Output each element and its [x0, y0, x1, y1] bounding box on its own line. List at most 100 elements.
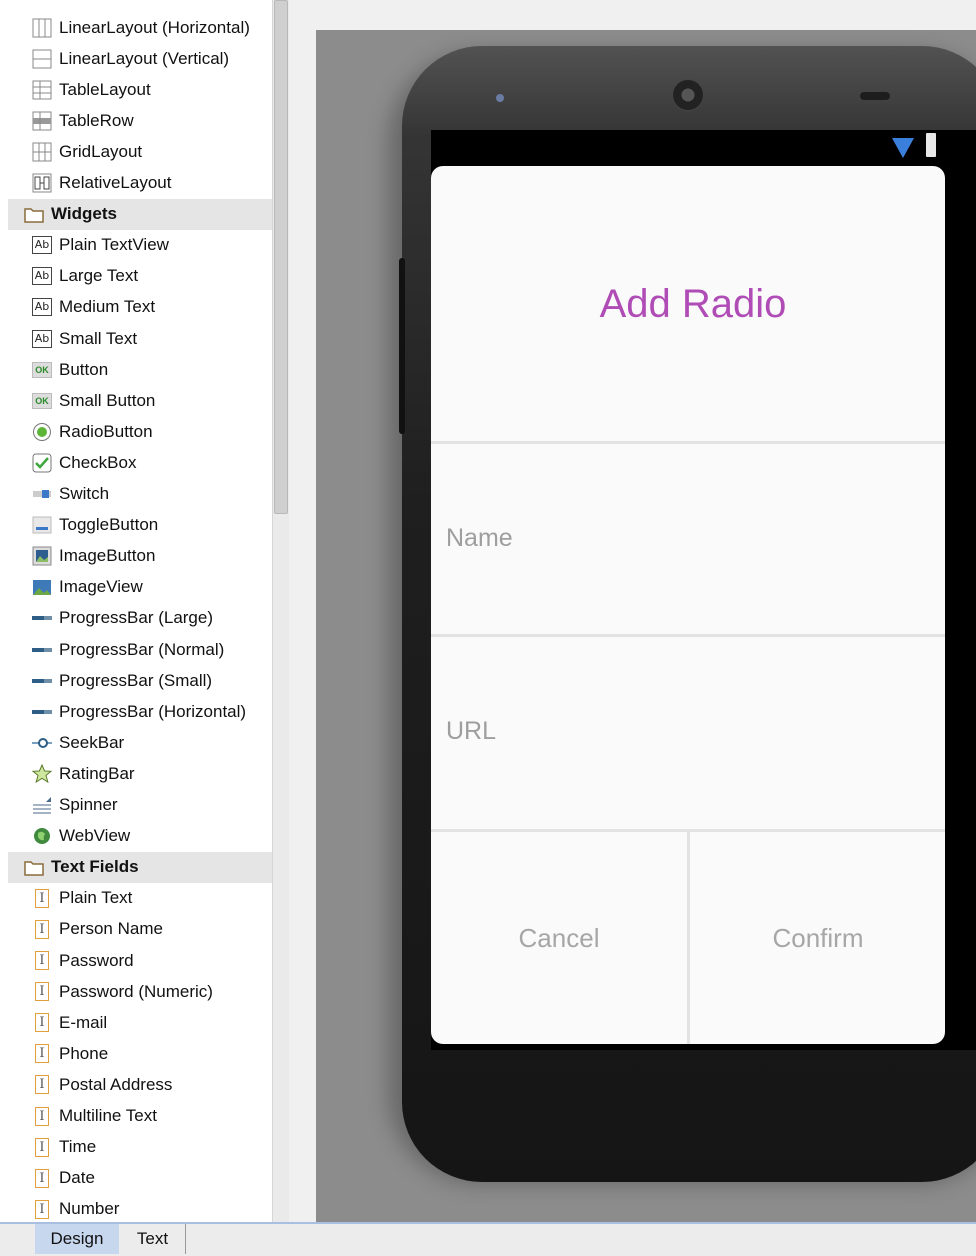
text-field-icon: I — [32, 1044, 52, 1064]
palette-item[interactable]: I Password (Numeric) — [8, 976, 272, 1007]
palette-item[interactable]: TableLayout — [8, 74, 272, 105]
switch-icon — [32, 484, 52, 504]
palette-item-label: ImageButton — [59, 546, 156, 566]
palette-item[interactable]: Ab Plain TextView — [8, 230, 272, 261]
palette-panel: LinearLayout (Horizontal) LinearLayout (V… — [0, 0, 273, 1222]
textview-icon: Ab — [32, 329, 52, 349]
button-icon: OK — [32, 360, 52, 380]
speaker-icon — [672, 79, 704, 111]
palette-item-label: Button — [59, 359, 109, 379]
url-field[interactable]: URL — [431, 637, 945, 827]
webview-icon — [32, 826, 52, 846]
palette-category-text-fields[interactable]: Text Fields — [8, 851, 272, 883]
palette-item[interactable]: Spinner — [8, 790, 272, 821]
palette-item[interactable]: Switch — [8, 479, 272, 510]
palette-category-widgets[interactable]: Widgets — [8, 198, 272, 230]
palette-item[interactable]: TableRow — [8, 105, 272, 136]
palette-category-label: Widgets — [51, 204, 117, 224]
palette-item[interactable]: RelativeLayout — [8, 168, 272, 199]
palette-item-label: Password (Numeric) — [59, 981, 213, 1001]
palette-item-label: RadioButton — [59, 421, 153, 441]
palette-item[interactable]: ProgressBar (Small) — [8, 665, 272, 696]
palette-item-label: Small Button — [59, 390, 156, 410]
wifi-icon — [892, 138, 914, 158]
palette-item[interactable]: I Multiline Text — [8, 1101, 272, 1132]
palette-item[interactable]: Ab Medium Text — [8, 292, 272, 323]
textview-icon: Ab — [32, 235, 52, 255]
battery-icon — [926, 133, 936, 157]
palette-item[interactable]: I E-mail — [8, 1007, 272, 1038]
palette-item-label: LinearLayout (Vertical) — [59, 48, 230, 68]
palette-item[interactable]: I Phone — [8, 1038, 272, 1069]
text-field-icon: I — [32, 951, 52, 971]
name-hint: Name — [446, 524, 513, 552]
palette-item-label: Postal Address — [59, 1074, 173, 1094]
proximity-sensor — [860, 92, 890, 100]
palette-item[interactable]: Ab Large Text — [8, 261, 272, 292]
front-camera-icon — [496, 94, 504, 102]
palette-item-label: Spinner — [59, 795, 118, 814]
palette-item[interactable]: ImageButton — [8, 541, 272, 572]
palette-item[interactable]: I Date — [8, 1163, 272, 1194]
spinner-icon — [32, 795, 52, 815]
seekbar-icon — [32, 733, 52, 753]
cancel-button[interactable]: Cancel — [431, 832, 687, 1044]
palette-item[interactable]: I Password — [8, 945, 272, 976]
palette-item[interactable]: I Number — [8, 1194, 272, 1222]
tab-text[interactable]: Text — [120, 1224, 186, 1254]
text-field-icon: I — [32, 1168, 52, 1188]
folder-icon — [24, 857, 44, 877]
progressbar-icon — [32, 702, 52, 722]
palette-item-label: Password — [59, 950, 134, 970]
palette-item[interactable]: RadioButton — [8, 416, 272, 447]
palette-item-label: SeekBar — [59, 732, 125, 752]
palette-item[interactable]: I Person Name — [8, 914, 272, 945]
palette-item-label: LinearLayout (Horizontal) — [59, 17, 250, 37]
palette-item-label: TableRow — [59, 110, 134, 130]
palette-item[interactable]: ImageView — [8, 572, 272, 603]
palette-item[interactable]: ToggleButton — [8, 510, 272, 541]
palette-item[interactable]: OK Button — [8, 354, 272, 385]
palette-item-label: ImageView — [59, 577, 143, 597]
palette-item[interactable]: ProgressBar (Normal) — [8, 634, 272, 665]
text-field-icon: I — [32, 1013, 52, 1033]
palette-item-label: ToggleButton — [59, 515, 159, 535]
palette-item[interactable]: GridLayout — [8, 136, 272, 167]
palette-item[interactable]: ProgressBar (Large) — [8, 603, 272, 634]
name-field[interactable]: Name — [431, 444, 945, 634]
palette-item-label: Small Text — [59, 328, 138, 348]
tab-design[interactable]: Design — [35, 1224, 119, 1254]
dialog-title: Add Radio — [599, 281, 787, 326]
linearlayout-horizontal-icon — [32, 18, 52, 38]
palette-item-label: ProgressBar (Small) — [59, 670, 213, 690]
palette-item[interactable]: RatingBar — [8, 758, 272, 789]
palette-item[interactable]: Ab Small Text — [8, 323, 272, 354]
palette-item[interactable]: I Plain Text — [8, 883, 272, 914]
palette-item[interactable]: I Time — [8, 1132, 272, 1163]
palette-item-label: Phone — [59, 1043, 109, 1063]
radiobutton-icon — [32, 422, 52, 442]
progressbar-icon — [32, 640, 52, 660]
palette-item[interactable]: I Postal Address — [8, 1069, 272, 1100]
palette-item[interactable]: WebView — [8, 821, 272, 852]
palette-item-label: TableLayout — [59, 79, 151, 99]
palette-item[interactable]: LinearLayout (Vertical) — [8, 43, 272, 74]
palette-scrollbar-thumb[interactable] — [274, 0, 288, 514]
checkbox-icon — [32, 453, 52, 473]
palette-item[interactable]: CheckBox — [8, 447, 272, 478]
palette-item[interactable]: OK Small Button — [8, 385, 272, 416]
url-hint: URL — [446, 717, 497, 745]
text-field-icon: I — [32, 919, 52, 939]
palette-item-label: Number — [59, 1199, 120, 1219]
palette-item-label: Time — [59, 1137, 97, 1157]
palette-item-label: E-mail — [59, 1012, 108, 1032]
confirm-button[interactable]: Confirm — [690, 832, 945, 1044]
palette-item-label: RelativeLayout — [59, 173, 172, 192]
palette-item[interactable]: LinearLayout (Horizontal) — [8, 12, 272, 43]
palette-item[interactable]: SeekBar — [8, 727, 272, 758]
textview-icon: Ab — [32, 266, 52, 286]
imageview-icon — [32, 577, 52, 597]
palette-item[interactable]: ProgressBar (Horizontal) — [8, 696, 272, 727]
text-field-icon: I — [32, 1075, 52, 1095]
text-field-icon: I — [32, 1199, 52, 1219]
